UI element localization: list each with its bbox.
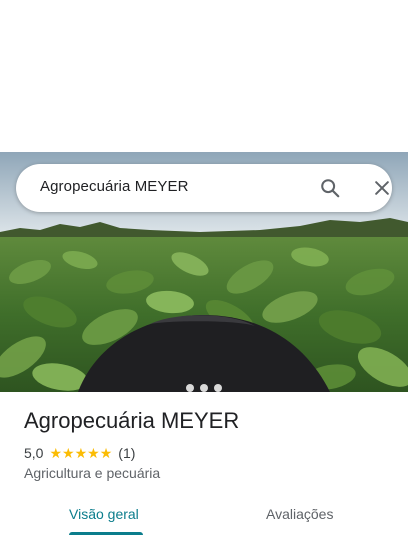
search-icon xyxy=(321,179,340,198)
map-area-blank xyxy=(0,0,408,152)
search-bar[interactable]: Agropecuária MEYER xyxy=(16,164,392,212)
star-icon: ★ xyxy=(49,445,63,461)
place-category: Agricultura e pecuária xyxy=(24,465,161,481)
place-tabs: Visão geral Avaliações xyxy=(0,494,408,538)
star-icon: ★ xyxy=(74,445,88,461)
star-icon: ★ xyxy=(62,445,75,461)
close-button[interactable] xyxy=(362,172,402,204)
star-icon: ★ xyxy=(87,445,100,461)
star-rating: ★ ★ ★ ★ ★ xyxy=(49,446,112,460)
tab-overview[interactable]: Visão geral xyxy=(69,506,139,522)
star-icon: ★ xyxy=(99,445,113,461)
close-icon xyxy=(375,181,389,195)
tab-reviews[interactable]: Avaliações xyxy=(266,506,333,522)
review-count[interactable]: (1) xyxy=(118,445,135,461)
search-query-text[interactable]: Agropecuária MEYER xyxy=(40,178,189,195)
rating-row[interactable]: 5,0 ★ ★ ★ ★ ★ (1) xyxy=(24,444,135,462)
active-tab-indicator xyxy=(69,532,143,535)
search-button[interactable] xyxy=(310,172,350,204)
rating-value: 5,0 xyxy=(24,445,44,461)
place-title: Agropecuária MEYER xyxy=(24,408,240,433)
